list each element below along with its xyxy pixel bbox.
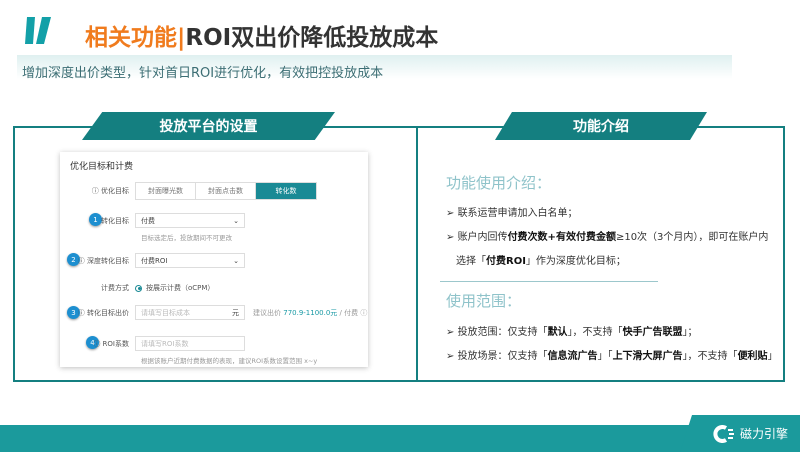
opt-label: ⓘ 优化目标 (91, 187, 129, 195)
logo-slash-icon (25, 17, 51, 44)
bid-input[interactable]: 请填写目标成本元 (135, 305, 245, 320)
bill-label: 计费方式 (101, 284, 129, 292)
list-item: ➢ 联系运营申请加入白名单； (446, 208, 578, 219)
settings-panel: 优化目标和计费 ⓘ 优化目标 封面曝光数 封面点击数 转化数 1 转化目标 付费… (60, 152, 368, 367)
opt-exposure[interactable]: 封面曝光数 (136, 183, 196, 199)
footer-band (0, 425, 800, 452)
panel-heading: 优化目标和计费 (70, 162, 134, 172)
tab-platform-settings: 投放平台的设置 (82, 112, 335, 140)
section-usage-title: 功能使用介绍： (446, 174, 552, 192)
list-item: ➢ 投放场景：仅支持「信息流广告」「上下滑大屏广告」，不支持「便利贴」 (446, 351, 778, 362)
subtitle: 增加深度出价类型，针对首日ROI进行优化，有效把控投放成本 (22, 66, 384, 81)
opt-conversion[interactable]: 转化数 (256, 183, 316, 199)
opt-click[interactable]: 封面点击数 (196, 183, 256, 199)
roi-hint: 根据该账户近期付费数据的表现，建议ROI系数设置范围 x~y (141, 357, 318, 365)
list-item: ➢ 投放范围：仅支持「默认」，不支持「快手广告联盟」； (446, 327, 698, 338)
conv-hint: 目标选定后，投放期间不可更改 (141, 234, 232, 242)
chevron-down-icon: ⌄ (233, 216, 239, 225)
divider (416, 126, 418, 382)
bill-value: 按展示计费（oCPM） (146, 284, 215, 292)
conv-label: 转化目标 (101, 216, 129, 225)
brand-c-icon (713, 424, 734, 443)
bid-label: ⓘ 转化目标出价 (77, 308, 129, 317)
tab-feature-intro: 功能介绍 (495, 112, 707, 140)
section-scope-title: 使用范围： (446, 292, 522, 310)
roi-input[interactable]: 请填写ROI系数 (135, 336, 245, 351)
deep-target-select[interactable]: 付费ROI ⌄ (135, 253, 245, 268)
conversion-target-select[interactable]: 付费 ⌄ (135, 213, 245, 228)
list-item: ➢ 账户内回传付费次数+有效付费金额≥10次（3个月内），即可在账户内 (446, 232, 769, 243)
deep-label: ⓘ 深度转化目标 (77, 256, 129, 265)
list-item-cont: 选择「付费ROI」作为深度优化目标； (456, 256, 626, 267)
chevron-down-icon: ⌄ (233, 256, 239, 265)
brand-logo: 磁力引擎 (680, 415, 800, 452)
billing-radio[interactable] (135, 284, 142, 292)
optimization-target-segment[interactable]: 封面曝光数 封面点击数 转化数 (135, 182, 317, 200)
section-divider (440, 281, 658, 282)
bid-suggestion: 建议出价 770.9-1100.0元 / 付费 ⓘ (253, 308, 368, 317)
roi-label: ⓘ ROI系数 (93, 339, 129, 348)
page-title: 相关功能|ROI双出价降低投放成本 (85, 25, 439, 51)
